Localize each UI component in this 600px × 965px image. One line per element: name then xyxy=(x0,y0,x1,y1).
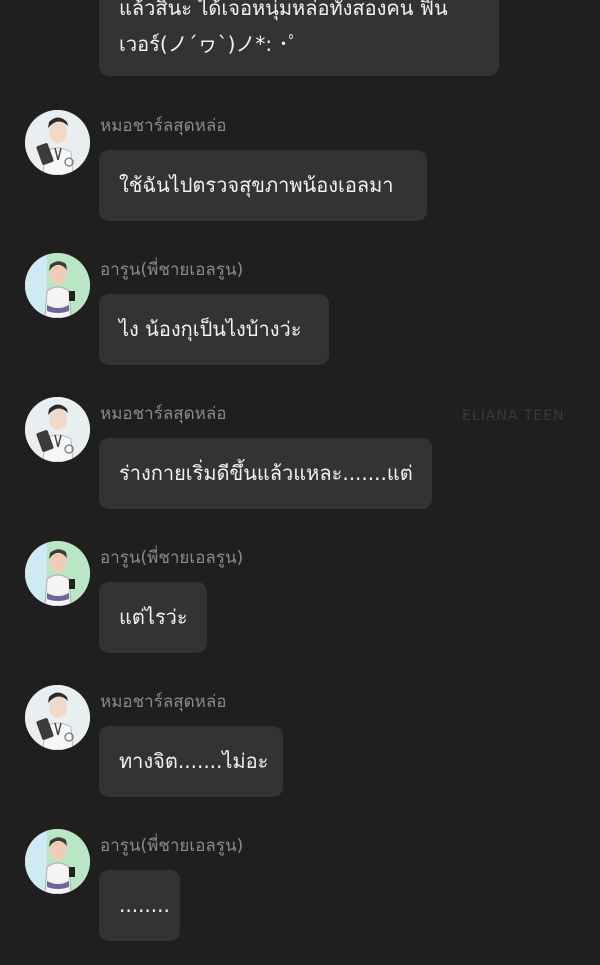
doctor-avatar[interactable] xyxy=(25,397,90,462)
watermark: ELIANA TEEN xyxy=(462,408,565,424)
message-bubble[interactable]: ร่างกายเริ่มดีขึ้นแล้วแหละ.......แต่ xyxy=(99,438,432,509)
message-bubble[interactable]: แต่ไรว่ะ xyxy=(99,582,207,653)
doctor-avatar[interactable] xyxy=(25,685,90,750)
doctor-avatar[interactable] xyxy=(25,110,90,175)
message-bubble[interactable]: ........ xyxy=(99,870,180,941)
sender-name: หมอชาร์ลสุดหล่อ xyxy=(100,692,227,712)
brother-avatar[interactable] xyxy=(25,829,90,894)
chat-thread: แล้วสินะ ได้เจอหนุ่มหล่อทั้งสองคน ฟิน เว… xyxy=(0,0,600,965)
message-bubble[interactable]: แล้วสินะ ได้เจอหนุ่มหล่อทั้งสองคน ฟิน เว… xyxy=(99,0,499,76)
sender-name: หมอชาร์ลสุดหล่อ xyxy=(100,404,227,424)
brother-avatar[interactable] xyxy=(25,541,90,606)
message-bubble[interactable]: ใช้ฉันไปตรวจสุขภาพน้องเอลมา xyxy=(99,150,427,221)
message-bubble[interactable]: ทางจิต.......ไม่อะ xyxy=(99,726,283,797)
sender-name: หมอชาร์ลสุดหล่อ xyxy=(100,116,227,136)
message-bubble[interactable]: ไง น้องกุเป็นไงบ้างว่ะ xyxy=(99,294,329,365)
brother-avatar[interactable] xyxy=(25,253,90,318)
sender-name: อารูน(พี่ชายเอลรูน) xyxy=(100,260,244,280)
sender-name: อารูน(พี่ชายเอลรูน) xyxy=(100,548,244,568)
sender-name: อารูน(พี่ชายเอลรูน) xyxy=(100,836,244,856)
